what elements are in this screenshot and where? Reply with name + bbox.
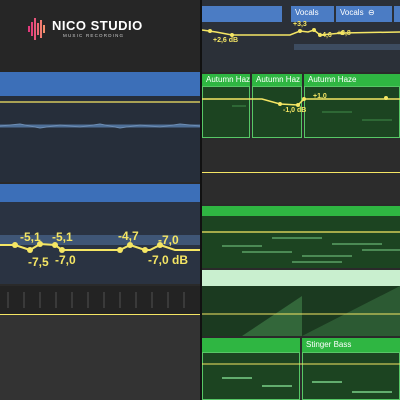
loop-icon: ⊖ — [368, 8, 375, 17]
right-region-header-a[interactable] — [202, 6, 282, 22]
region-label: Autumn Haz — [206, 75, 251, 84]
automation-value: -7,5 — [28, 255, 49, 269]
automation-value: +2,6 dB — [213, 37, 239, 44]
waveform-logo-icon — [28, 18, 45, 40]
left-region-header-2[interactable] — [0, 184, 200, 202]
region-label: Vocals — [340, 8, 364, 17]
left-waveform-1 — [0, 101, 200, 129]
automation-value: -5,1 — [20, 230, 41, 244]
automation-value: -7,0 — [158, 233, 179, 247]
pale-region-header[interactable] — [202, 270, 400, 286]
bass-region-1[interactable] — [202, 338, 300, 352]
autumn-region-3[interactable]: Autumn Haze — [304, 74, 400, 86]
bass-notes — [202, 363, 400, 393]
right-automation-top — [202, 28, 400, 50]
vocals-region-2[interactable]: Vocals ⊖ — [336, 6, 392, 22]
left-ticks — [7, 292, 185, 308]
autumn-region-1[interactable]: Autumn Haz — [202, 74, 250, 86]
right-empty-line — [202, 172, 400, 173]
automation-value: +1,0 — [313, 93, 327, 100]
midi-region-header[interactable] — [202, 206, 400, 216]
vocals-region-1[interactable]: Vocals — [291, 6, 334, 22]
logo-subtitle: MUSIC RECORDING — [63, 33, 125, 38]
studio-logo: NICO STUDIO MUSIC RECORDING — [28, 16, 168, 42]
logo-title: NICO STUDIO — [52, 18, 143, 33]
automation-value: +4,6 — [318, 32, 332, 39]
left-bottom-line — [0, 314, 200, 315]
automation-value: -7,0 dB — [148, 253, 189, 267]
automation-value: +3,3 — [293, 21, 307, 28]
automation-value: -1,0 dB — [283, 107, 307, 114]
left-region-header[interactable] — [0, 72, 200, 96]
automation-value: -7,0 — [55, 253, 76, 267]
midi-notes — [202, 231, 400, 263]
region-label: Autumn Haze — [308, 75, 357, 84]
region-label: Stinger Bass — [306, 340, 352, 349]
autumn-region-2[interactable]: Autumn Haz — [252, 74, 302, 86]
automation-value: -4,7 — [118, 229, 139, 243]
region-label: Autumn Haz — [256, 75, 301, 84]
automation-value: -5,1 — [52, 230, 73, 244]
pale-region-waveform — [202, 286, 400, 336]
right-region-header-b[interactable] — [394, 6, 400, 22]
stinger-bass-region[interactable]: Stinger Bass — [302, 338, 400, 352]
automation-value: +3,8 — [337, 30, 351, 37]
region-label: Vocals — [295, 8, 319, 17]
left-bottom-track — [0, 314, 200, 400]
